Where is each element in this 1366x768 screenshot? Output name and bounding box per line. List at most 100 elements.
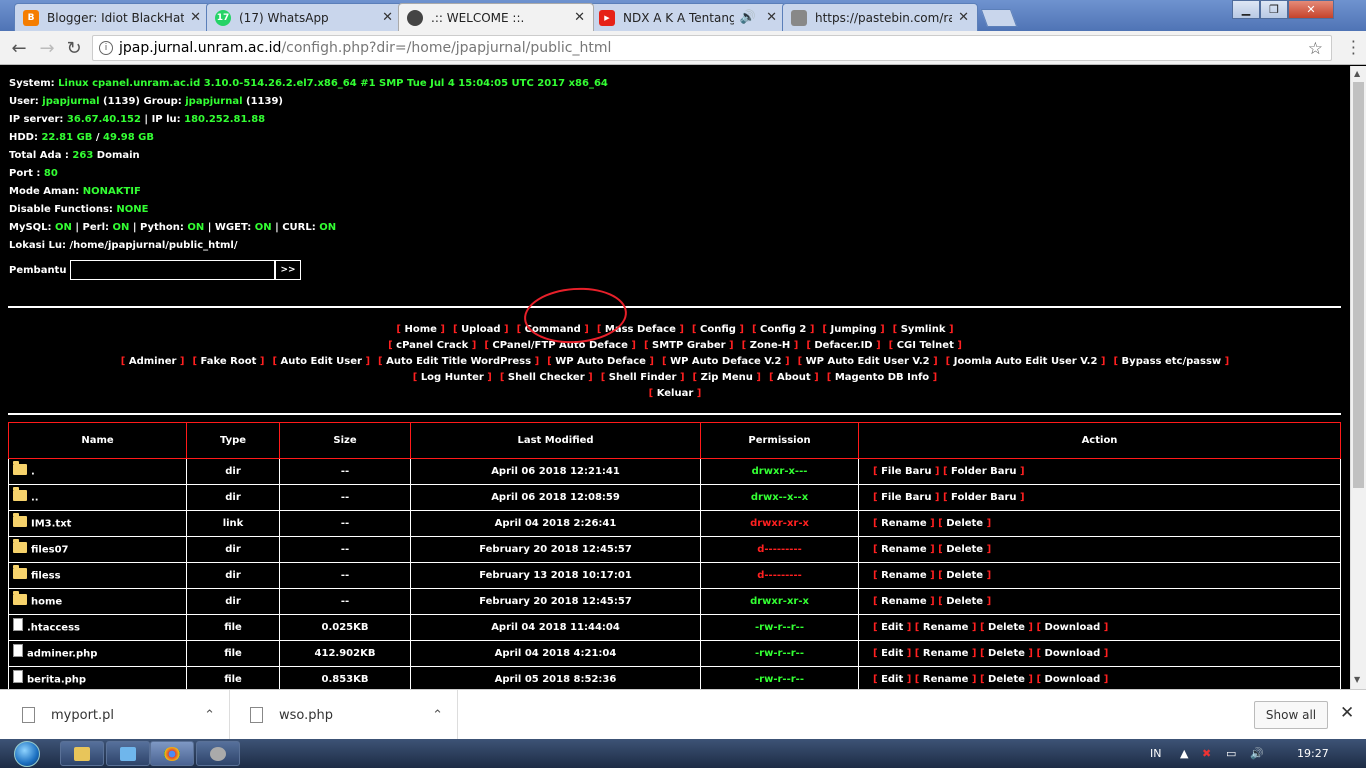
new-tab-button[interactable] [980,9,1018,27]
action-delete-link[interactable]: [ Delete ] [935,596,991,607]
file-name-cell[interactable]: . [8,458,187,485]
nav-link-jumping[interactable]: [ Jumping ] [822,324,884,335]
tab-pastebin[interactable]: https://pastebin.com/raw ✕ [782,3,978,31]
file-permission[interactable]: -rw-r--r-- [700,666,859,689]
nav-link-magento-db-info[interactable]: [ Magento DB Info ] [827,372,937,383]
nav-link-auto-edit-user[interactable]: [ Auto Edit User ] [272,356,370,367]
audio-icon[interactable]: 🔊 [740,10,756,25]
language-indicator[interactable]: IN [1150,739,1161,768]
close-icon[interactable]: ✕ [766,10,777,25]
pembantu-submit-button[interactable]: >> [275,260,301,280]
nav-link-cpanel-crack[interactable]: [ cPanel Crack ] [388,340,476,351]
restore-icon[interactable]: ❐ [1260,0,1288,19]
scrollbar-thumb[interactable] [1353,82,1364,488]
action-folder-baru-link[interactable]: [ Folder Baru ] [940,492,1025,503]
tab-whatsapp[interactable]: 17 (17) WhatsApp ✕ [206,3,402,31]
chevron-up-icon[interactable]: ⌃ [204,708,215,723]
nav-link-log-hunter[interactable]: [ Log Hunter ] [413,372,492,383]
nav-link-zip-menu[interactable]: [ Zip Menu ] [693,372,761,383]
taskbar-app[interactable] [106,741,150,766]
file-permission[interactable]: drwxr-xr-x [700,588,859,615]
nav-link-zone-h[interactable]: [ Zone-H ] [742,340,799,351]
address-bar[interactable]: i jpap.jurnal.unram.ac.id/configh.php?di… [92,35,1332,61]
action-download-link[interactable]: [ Download ] [1033,622,1108,633]
file-permission[interactable]: drwx--x--x [700,484,859,511]
close-icon[interactable]: ✕ [958,10,969,25]
action-edit-link[interactable]: [ Edit ] [873,648,911,659]
nav-link-config[interactable]: [ Config ] [692,324,744,335]
back-icon[interactable]: ← [8,37,30,59]
tab-youtube[interactable]: ▶ NDX A K A Tentang A 🔊 ✕ [590,3,786,31]
download-item[interactable]: myport.pl ⌃ [0,690,230,740]
nav-link-cgi-telnet[interactable]: [ CGI Telnet ] [889,340,962,351]
action-rename-link[interactable]: [ Rename ] [873,570,935,581]
forward-icon[interactable]: → [36,37,58,59]
taskbar-chrome[interactable] [150,741,194,766]
tab-blogger[interactable]: B Blogger: Idiot BlackHat - ✕ [14,3,210,31]
nav-link-config-2[interactable]: [ Config 2 ] [752,324,814,335]
action-rename-link[interactable]: [ Rename ] [873,596,935,607]
nav-link-about[interactable]: [ About ] [769,372,819,383]
action-center-icon[interactable]: ▭ [1226,739,1236,768]
download-item[interactable]: wso.php ⌃ [230,690,458,740]
nav-link-shell-checker[interactable]: [ Shell Checker ] [500,372,593,383]
file-name-cell[interactable]: files07 [8,536,187,563]
file-permission[interactable]: drwxr-xr-x [700,510,859,537]
action-delete-link[interactable]: [ Delete ] [935,518,991,529]
nav-link-shell-finder[interactable]: [ Shell Finder ] [601,372,685,383]
nav-link-bypass-etc-passw[interactable]: [ Bypass etc/passw ] [1113,356,1229,367]
nav-link-wp-auto-edit-user-v-2[interactable]: [ WP Auto Edit User V.2 ] [798,356,938,367]
tray-arrow-icon[interactable]: ▲ [1180,739,1188,768]
file-name-cell[interactable]: adminer.php [8,640,187,667]
tab-welcome[interactable]: .:: WELCOME ::. ✕ [398,3,594,31]
nav-link-symlink[interactable]: [ Symlink ] [893,324,954,335]
action-delete-link[interactable]: [ Delete ] [977,622,1033,633]
close-icon[interactable]: ✕ [190,10,201,25]
nav-link-joomla-auto-edit-user-v-2[interactable]: [ Joomla Auto Edit User V.2 ] [946,356,1106,367]
menu-icon[interactable]: · · · [1351,34,1356,62]
taskbar-app2[interactable] [196,741,240,766]
show-all-button[interactable]: Show all [1254,701,1328,729]
page-scrollbar[interactable]: ▲ ▼ [1350,66,1366,689]
action-file-baru-link[interactable]: [ File Baru ] [873,466,940,477]
action-rename-link[interactable]: [ Rename ] [911,622,977,633]
action-delete-link[interactable]: [ Delete ] [977,674,1033,685]
action-download-link[interactable]: [ Download ] [1033,648,1108,659]
action-edit-link[interactable]: [ Edit ] [873,622,911,633]
volume-icon[interactable]: 🔊 [1250,739,1264,768]
nav-link-adminer[interactable]: [ Adminer ] [121,356,185,367]
file-name-cell[interactable]: berita.php [8,666,187,689]
file-permission[interactable]: drwxr-x--- [700,458,859,485]
nav-link-home[interactable]: [ Home ] [396,324,445,335]
clock[interactable]: 19:27 [1297,739,1329,768]
file-name-cell[interactable]: .. [8,484,187,511]
action-folder-baru-link[interactable]: [ Folder Baru ] [940,466,1025,477]
chevron-up-icon[interactable]: ⌃ [432,708,443,723]
file-name-cell[interactable]: IM3.txt [8,510,187,537]
file-permission[interactable]: -rw-r--r-- [700,614,859,641]
bookmark-star-icon[interactable]: ☆ [1308,37,1323,61]
file-permission[interactable]: d--------- [700,536,859,563]
nav-link-smtp-graber[interactable]: [ SMTP Graber ] [644,340,734,351]
file-name-cell[interactable]: home [8,588,187,615]
action-rename-link[interactable]: [ Rename ] [873,544,935,555]
close-icon[interactable]: ✕ [574,10,585,25]
pembantu-input[interactable] [70,260,275,280]
action-download-link[interactable]: [ Download ] [1033,674,1108,685]
nav-link-auto-edit-title-wordpress[interactable]: [ Auto Edit Title WordPress ] [378,356,539,367]
start-button[interactable] [3,739,51,768]
action-rename-link[interactable]: [ Rename ] [873,518,935,529]
nav-link-defacer-id[interactable]: [ Defacer.ID ] [806,340,880,351]
nav-link-wp-auto-deface[interactable]: [ WP Auto Deface ] [547,356,654,367]
close-icon[interactable]: ✕ [382,10,393,25]
minimize-icon[interactable]: ▁ [1232,0,1260,19]
scroll-down-icon[interactable]: ▼ [1354,675,1360,684]
nav-link-keluar[interactable]: [ Keluar ] [649,388,702,399]
action-file-baru-link[interactable]: [ File Baru ] [873,492,940,503]
action-delete-link[interactable]: [ Delete ] [977,648,1033,659]
file-permission[interactable]: d--------- [700,562,859,589]
nav-link-fake-root[interactable]: [ Fake Root ] [192,356,264,367]
taskbar-explorer[interactable] [60,741,104,766]
action-delete-link[interactable]: [ Delete ] [935,570,991,581]
action-rename-link[interactable]: [ Rename ] [911,674,977,685]
